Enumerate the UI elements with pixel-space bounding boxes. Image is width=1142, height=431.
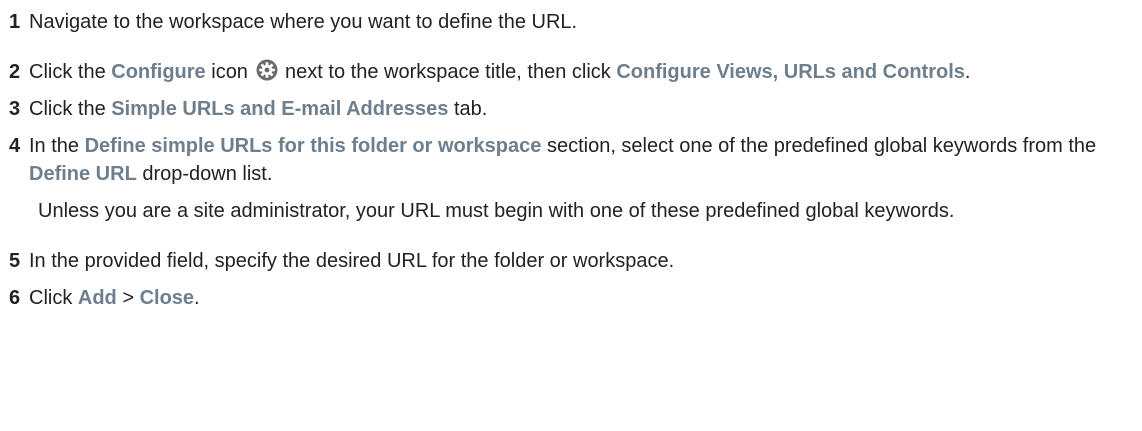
step-4: 4 In the Define simple URLs for this fol… <box>9 132 1142 188</box>
step-text: In the provided field, specify the desir… <box>29 247 1142 275</box>
configure-label: Configure <box>111 61 206 83</box>
step-4-text-c: drop-down list. <box>136 163 273 185</box>
step-number: 2 <box>9 61 21 83</box>
gear-icon <box>256 59 277 81</box>
define-url-label: Define URL <box>29 163 137 185</box>
step-1-text: Navigate to the workspace where you want… <box>29 11 578 33</box>
step-3-text-b: tab. <box>448 98 488 120</box>
step-text: In the Define simple URLs for this folde… <box>29 132 1142 188</box>
step-number: 1 <box>9 11 21 33</box>
define-simple-urls-label: Define simple URLs for this folder or wo… <box>84 135 542 157</box>
step-2-text-d: . <box>964 61 971 83</box>
step-4-note: Unless you are a site administrator, you… <box>38 200 955 222</box>
step-3: 3 Click the Simple URLs and E-mail Addre… <box>9 95 1142 123</box>
step-3-text-a: Click the <box>29 98 112 120</box>
step-6-text-b: > <box>116 287 140 309</box>
step-4-text-a: In the <box>29 135 85 157</box>
add-label: Add <box>77 287 117 309</box>
procedure-steps: 1 Navigate to the workspace where you wa… <box>0 0 1142 312</box>
simple-urls-tab-label: Simple URLs and E-mail Addresses <box>111 98 449 120</box>
step-number: 4 <box>9 135 21 157</box>
step-4-text-b: section, select one of the predefined gl… <box>541 135 1097 157</box>
step-2: 2 Click the Configure icon next to the w… <box>9 58 1142 86</box>
step-text: Click Add > Close. <box>29 284 1142 312</box>
step-5: 5 In the provided field, specify the des… <box>9 247 1142 275</box>
step-text: Click the Configure icon next to the wor… <box>29 58 1142 86</box>
step-text: Click the Simple URLs and E-mail Address… <box>29 95 1142 123</box>
step-2-text-c: next to the workspace title, then click <box>279 61 617 83</box>
configure-views-label: Configure Views, URLs and Controls <box>616 61 965 83</box>
step-number: 6 <box>9 287 21 309</box>
step-6-text-c: . <box>194 287 200 309</box>
step-text: Navigate to the workspace where you want… <box>29 8 1142 36</box>
step-2-text-b: icon <box>205 61 254 83</box>
step-number: 3 <box>9 98 21 120</box>
step-number: 5 <box>9 250 21 272</box>
step-1: 1 Navigate to the workspace where you wa… <box>9 8 1142 36</box>
step-2-text-a: Click the <box>29 61 112 83</box>
step-6: 6 Click Add > Close. <box>9 284 1142 312</box>
step-6-text-a: Click <box>29 287 78 309</box>
step-5-text: In the provided field, specify the desir… <box>29 250 675 272</box>
close-label: Close <box>139 287 195 309</box>
